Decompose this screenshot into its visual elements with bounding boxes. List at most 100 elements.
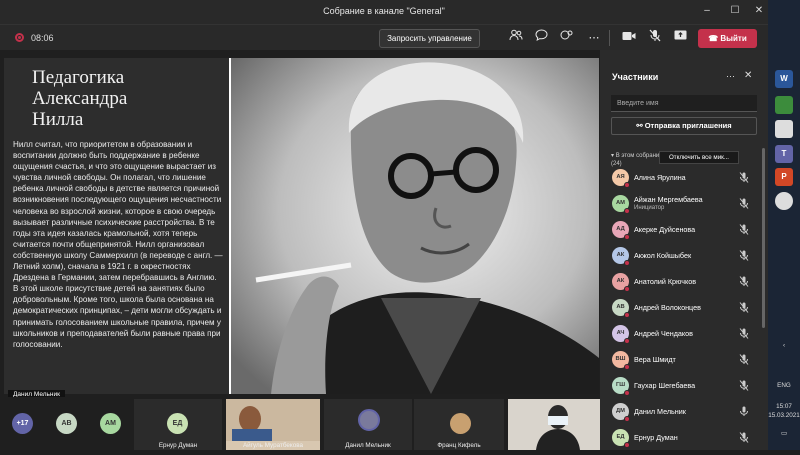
avatar[interactable]: АВ: [56, 413, 77, 434]
participant-row[interactable]: АД Акерке Дуйсенова: [600, 217, 760, 243]
participant-name: Акерке Дуйсенова: [634, 225, 696, 234]
mic-muted-icon[interactable]: [739, 172, 749, 183]
toolbar-divider: [609, 30, 610, 46]
participant-name: Вера Шмидт: [634, 355, 676, 364]
participant-row[interactable]: АЧ Андрей Чендаков: [600, 321, 760, 347]
powerpoint-icon[interactable]: P: [775, 168, 793, 186]
video-tile[interactable]: Франц Кифель: [414, 399, 504, 450]
tile-name: Айгуль Муратбекова: [242, 442, 303, 449]
reactions-icon[interactable]: [557, 29, 575, 47]
search-input[interactable]: [611, 95, 757, 112]
slide-body-text: Нилл считал, что приоритетом в образован…: [13, 140, 223, 349]
mic-muted-icon[interactable]: [739, 380, 749, 391]
status-badge: [624, 312, 630, 318]
request-control-button[interactable]: Запросить управление: [379, 29, 480, 48]
participant-name: Ернур Думан: [634, 433, 678, 442]
panel-scrollbar[interactable]: [762, 148, 765, 328]
section-label: В этом собрании: [615, 153, 663, 159]
video-tile[interactable]: ЕД Ернур Думан: [134, 399, 222, 450]
mic-muted-icon[interactable]: [739, 302, 749, 313]
mic-muted-icon[interactable]: [739, 250, 749, 261]
teams-icon[interactable]: T: [775, 145, 793, 163]
participant-video-frame: [226, 399, 320, 441]
participant-row[interactable]: ГШ Гаухар Шегебаева: [600, 373, 760, 399]
minimize-icon[interactable]: –: [700, 4, 714, 18]
close-icon[interactable]: ✕: [744, 70, 752, 81]
share-screen-icon[interactable]: [671, 29, 689, 47]
title-bar: Собрание в канале "General" – ☐ ✕: [0, 0, 768, 24]
slide-portrait-photo: [231, 58, 599, 394]
slide-title: Педагогика Александра Нилла: [32, 67, 128, 130]
video-tile[interactable]: Айгуль Муратбекова: [226, 399, 320, 450]
mic-muted-icon[interactable]: [739, 198, 749, 209]
leave-button[interactable]: ☎ Выйти: [698, 29, 757, 48]
window-title: Собрание в канале "General": [323, 6, 445, 16]
notifications-icon[interactable]: ▭: [768, 430, 800, 437]
participant-row[interactable]: АМ Айжан Мергембаева Инициатор: [600, 191, 760, 217]
participant-role: Инициатор: [634, 205, 665, 211]
more-participants-badge[interactable]: +17: [12, 413, 33, 434]
participant-row[interactable]: ДМ Данил Мельник: [600, 399, 760, 425]
participant-row[interactable]: ВШ Вера Шмидт: [600, 347, 760, 373]
more-options-icon[interactable]: ⋯: [726, 71, 735, 82]
avatar: [358, 409, 380, 431]
mic-muted-icon[interactable]: [646, 29, 664, 47]
camera-icon[interactable]: [620, 29, 638, 47]
mic-muted-icon[interactable]: [739, 432, 749, 443]
participant-row[interactable]: АК Акжол Койшыбек: [600, 243, 760, 269]
participant-name: Данил Мельник: [634, 407, 686, 416]
app-icon[interactable]: [775, 120, 793, 138]
invite-label: Отправка приглашения: [644, 121, 732, 130]
clock-date[interactable]: 15.03.2021: [768, 412, 800, 419]
participants-panel: Участники ⋯ ✕ ⚯ Отправка приглашения ▾ В…: [600, 50, 768, 450]
portrait-illustration: [231, 58, 599, 394]
avatar: ЕД: [167, 413, 188, 434]
participants-icon[interactable]: [507, 29, 525, 47]
maximize-icon[interactable]: ☐: [728, 4, 742, 18]
share-link-icon: ⚯: [636, 121, 645, 130]
avatar: [450, 413, 471, 434]
video-tile[interactable]: [508, 399, 600, 450]
language-indicator[interactable]: ENG: [768, 382, 800, 389]
mic-muted-icon[interactable]: [739, 224, 749, 235]
clock-time[interactable]: 15:07: [768, 403, 800, 410]
participant-name: Гаухар Шегебаева: [634, 381, 696, 390]
participant-name: Алина Ярулина: [634, 173, 686, 182]
recording-icon: [15, 33, 24, 42]
tile-name: Ернур Думан: [158, 442, 198, 449]
status-badge: [624, 208, 630, 214]
participant-row[interactable]: АК Анатолий Крючков: [600, 269, 760, 295]
participant-name: Анатолий Крючков: [634, 277, 697, 286]
meeting-toolbar: 08:06 Запросить управление ⋯ ☎ Выйти: [0, 24, 768, 50]
windows-taskbar: W T P ‹ ENG 15:07 15.03.2021 ▭: [768, 0, 800, 450]
mic-muted-icon[interactable]: [739, 328, 749, 339]
close-window-icon[interactable]: ✕: [752, 4, 766, 18]
participant-row[interactable]: АВ Андрей Волоконцев: [600, 295, 760, 321]
status-badge: [624, 338, 630, 344]
chrome-icon[interactable]: [775, 192, 793, 210]
word-icon[interactable]: W: [775, 70, 793, 88]
status-badge: [624, 416, 630, 422]
tray-chevron-icon[interactable]: ‹: [768, 342, 800, 349]
avatar[interactable]: АМ: [100, 413, 121, 434]
participant-name: Андрей Волоконцев: [634, 303, 701, 312]
more-options-icon[interactable]: ⋯: [585, 29, 603, 47]
panel-title: Участники: [612, 72, 659, 82]
mute-all-button[interactable]: Отключить все мик...: [659, 151, 739, 164]
video-tile[interactable]: Данил Мельник: [324, 399, 412, 450]
participant-strip: +17 АВ АМ ЕД Ернур Думан Айгуль Муратбек…: [0, 397, 600, 450]
participant-row[interactable]: АЯ Алина Ярулина: [600, 165, 760, 191]
send-invite-button[interactable]: ⚯ Отправка приглашения: [611, 117, 757, 135]
slide-text-panel: Педагогика Александра Нилла Нилл считал,…: [4, 58, 229, 394]
shared-content-stage: Педагогика Александра Нилла Нилл считал,…: [0, 50, 600, 399]
mic-icon[interactable]: [739, 406, 749, 417]
status-badge: [624, 260, 630, 266]
participant-name: Андрей Чендаков: [634, 329, 693, 338]
chat-icon[interactable]: [532, 29, 550, 47]
mic-muted-icon[interactable]: [739, 354, 749, 365]
mic-muted-icon[interactable]: [739, 276, 749, 287]
participant-row[interactable]: ЕД Ернур Думан: [600, 425, 760, 451]
app-icon[interactable]: [775, 96, 793, 114]
participant-video-frame: [508, 399, 600, 450]
participant-name: Акжол Койшыбек: [634, 251, 692, 260]
